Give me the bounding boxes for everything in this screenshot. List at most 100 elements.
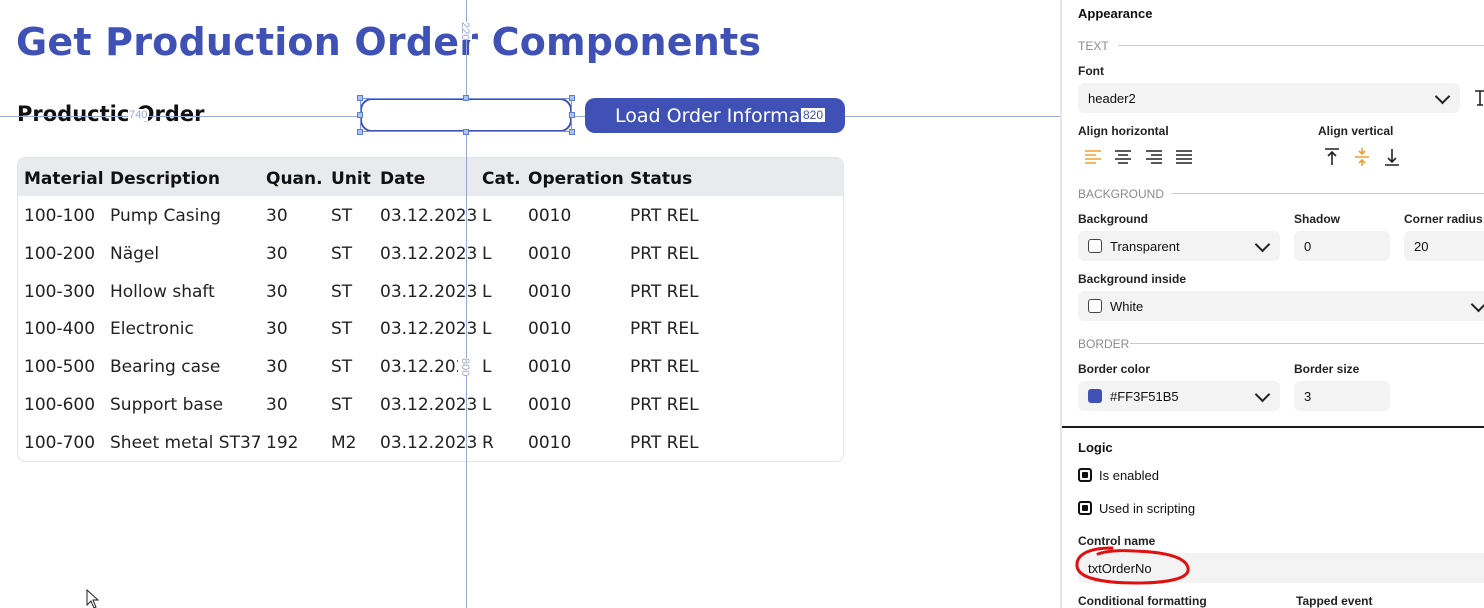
cell-description: Pump Casing (110, 206, 221, 226)
appearance-heading: Appearance (1078, 6, 1153, 21)
section-border: BORDER (1078, 337, 1130, 351)
font-select[interactable]: header2 (1078, 83, 1460, 113)
section-divider (1130, 343, 1484, 344)
is-enabled-checkbox[interactable] (1078, 468, 1092, 482)
section-text: TEXT (1078, 39, 1109, 53)
guide-label-800: 800 (458, 358, 472, 377)
table-row[interactable]: 100-400 Electronic 30 ST 03.12.2023 L 0010 PRT … (18, 319, 843, 343)
border-size-input[interactable]: 3 (1294, 381, 1390, 411)
table-row[interactable]: 100-600 Support base 30 ST 03.12.2023 L 0010 PR… (18, 395, 843, 419)
used-in-scripting-label: Used in scripting (1099, 501, 1196, 516)
cell-operation: 0010 (528, 357, 572, 378)
header-material[interactable]: Material (24, 169, 104, 189)
cell-material: 100-600 (24, 395, 96, 415)
cell-description: Sheet metal ST37 (110, 432, 262, 453)
cell-unit: ST (331, 319, 353, 340)
production-order-label[interactable]: Productic Order (17, 102, 204, 126)
cell-operation: 0010 (528, 432, 572, 453)
header-category[interactable]: Cat. (482, 169, 521, 189)
mouse-pointer-icon (86, 589, 100, 608)
chevron-down-icon (1254, 236, 1271, 253)
cell-date: 03.12.2023 (380, 243, 478, 264)
cell-status: PRT REL (630, 206, 699, 226)
design-canvas[interactable]: Get Production Order Components Producti… (0, 0, 1060, 608)
header-description[interactable]: Description (110, 169, 220, 189)
background-inside-select[interactable]: White (1078, 291, 1484, 321)
header-quantity[interactable]: Quan. (266, 169, 323, 189)
cell-unit: ST (331, 281, 353, 302)
used-in-scripting-checkbox[interactable] (1078, 501, 1092, 515)
resize-handle-bl[interactable] (357, 129, 363, 135)
shadow-input[interactable]: 0 (1294, 231, 1390, 261)
header-date[interactable]: Date (380, 169, 425, 189)
text-size-icon[interactable] (1473, 89, 1484, 107)
corner-radius-input[interactable]: 20 (1404, 231, 1484, 261)
cell-status: PRT REL (630, 395, 699, 415)
cell-description: Hollow shaft (110, 281, 215, 302)
cell-date: 03.12.2023 (380, 432, 478, 453)
table-row[interactable]: 100-100 Pump Casing 30 ST 03.12.2023 L 0010 PRT… (18, 206, 843, 230)
logic-heading: Logic (1078, 440, 1113, 455)
font-label: Font (1078, 64, 1104, 78)
background-select-value: Transparent (1110, 238, 1180, 254)
cell-category: L (482, 395, 492, 415)
header-unit[interactable]: Unit (331, 169, 371, 189)
align-right-icon[interactable] (1145, 148, 1163, 166)
cell-status: PRT REL (630, 432, 699, 453)
cell-category: L (482, 281, 492, 302)
cell-category: L (482, 357, 492, 378)
background-inside-label: Background inside (1078, 272, 1187, 286)
white-swatch (1088, 299, 1102, 313)
header-status[interactable]: Status (630, 169, 692, 189)
cell-operation: 0010 (528, 206, 572, 226)
table-row[interactable]: 100-700 Sheet metal ST37 192 M2 03.12.2023 R 0… (18, 433, 843, 457)
corner-radius-input-value: 20 (1414, 238, 1429, 254)
align-middle-icon[interactable] (1354, 147, 1370, 167)
resize-handle-tl[interactable] (357, 95, 363, 101)
load-button-label: Load Order Informatio (615, 104, 825, 127)
cell-date: 03.12.2023 (380, 319, 478, 340)
font-select-value: header2 (1088, 90, 1136, 106)
components-table[interactable]: Material Description Quan. Unit Date Cat… (17, 157, 844, 462)
cell-quantity: 30 (266, 319, 288, 340)
resize-handle-left[interactable] (357, 112, 363, 118)
cell-operation: 0010 (528, 243, 572, 264)
cell-status: PRT REL (630, 281, 699, 302)
resize-handle-tr[interactable] (569, 95, 575, 101)
guide-label-740: 740 (128, 109, 149, 121)
align-left-icon[interactable] (1084, 148, 1102, 166)
cell-description: Support base (110, 395, 224, 415)
order-number-input[interactable] (360, 98, 572, 132)
background-select[interactable]: Transparent (1078, 231, 1280, 261)
cell-unit: ST (331, 357, 353, 378)
cell-unit: ST (331, 206, 353, 226)
cell-date: 03.12.2023 (380, 281, 478, 302)
cell-material: 100-700 (24, 432, 96, 453)
table-row[interactable]: 100-200 Nägel 30 ST 03.12.2023 L 0010 PRT REL (18, 244, 843, 268)
align-horizontal-label: Align horizontal (1078, 124, 1169, 138)
header-operation[interactable]: Operation (528, 169, 624, 189)
resize-handle-br[interactable] (569, 129, 575, 135)
table-row[interactable]: 100-300 Hollow shaft 30 ST 03.12.2023 L 0010 PR… (18, 282, 843, 306)
cell-description: Electronic (110, 319, 194, 340)
resize-handle-top[interactable] (463, 95, 469, 101)
resize-handle-right[interactable] (569, 112, 575, 118)
cell-quantity: 30 (266, 357, 288, 378)
cell-quantity: 30 (266, 281, 288, 302)
border-color-select[interactable]: #FF3F51B5 (1078, 381, 1280, 411)
page-title[interactable]: Get Production Order Components (16, 20, 761, 64)
vertical-guide-line (466, 0, 467, 608)
align-justify-icon[interactable] (1175, 148, 1193, 166)
cell-material: 100-200 (24, 243, 96, 264)
align-center-icon[interactable] (1114, 148, 1132, 166)
align-bottom-icon[interactable] (1384, 147, 1400, 167)
border-size-label: Border size (1294, 362, 1360, 376)
cell-quantity: 30 (266, 243, 288, 264)
cell-date: 03.12.2023 (380, 206, 478, 226)
cell-status: PRT REL (630, 243, 699, 264)
resize-handle-bottom[interactable] (463, 129, 469, 135)
conditional-formatting-label: Conditional formatting (1078, 594, 1207, 608)
align-top-icon[interactable] (1324, 147, 1340, 167)
table-row[interactable]: 100-500 Bearing case 30 ST 03.12.202 L 0010 PRT… (18, 357, 843, 381)
cell-category: L (482, 319, 492, 340)
